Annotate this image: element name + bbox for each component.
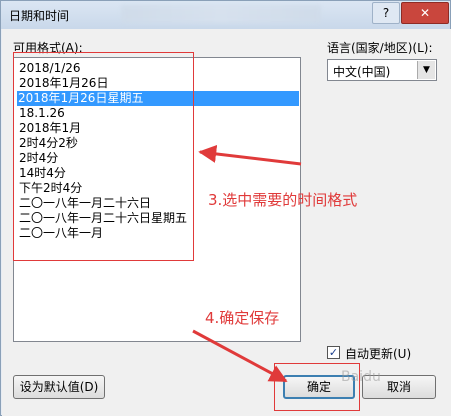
arrow-to-ok bbox=[192, 329, 288, 383]
arrow-to-list bbox=[198, 144, 302, 166]
annotation-step3: 3.选中需要的时间格式 bbox=[208, 191, 358, 209]
date-time-dialog: 日期和时间 ? ✕ 可用格式(A): 2018/1/26 2018年1月26日 … bbox=[0, 0, 451, 416]
baidu-watermark: Baidu bbox=[341, 369, 381, 385]
annotation-step4: 4.确定保存 bbox=[205, 309, 280, 327]
